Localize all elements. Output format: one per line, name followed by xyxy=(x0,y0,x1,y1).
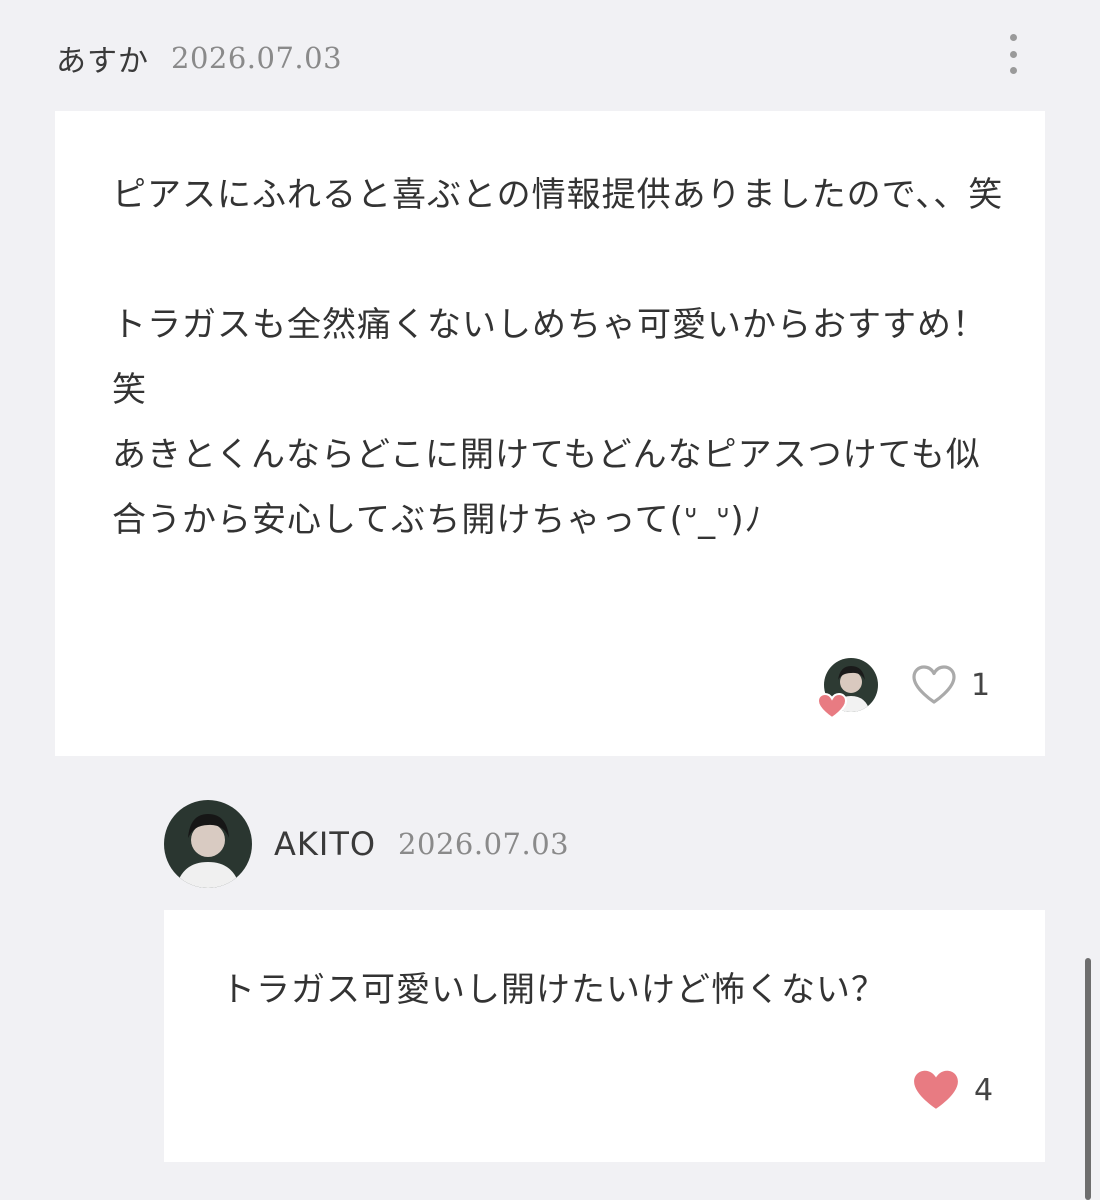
comment-card: ピアスにふれると喜ぶとの情報提供ありましたので、、笑 トラガスも全然痛くないしめ… xyxy=(55,111,1045,756)
more-vertical-icon-dot xyxy=(1009,50,1017,58)
reply-header: AKITO 2026.07.03 xyxy=(164,800,569,888)
reply-author-avatar[interactable] xyxy=(164,800,252,888)
reply-like-count: 4 xyxy=(974,1072,994,1108)
reply-like-button[interactable]: 4 xyxy=(912,1066,993,1114)
like-count: 1 xyxy=(971,667,991,703)
reply-body: トラガス可愛いし開けたいけど怖くない？ xyxy=(221,970,886,1010)
reply-date: 2026.07.03 xyxy=(398,827,570,861)
reply-card: トラガス可愛いし開けたいけど怖くない？ 4 xyxy=(164,910,1045,1162)
comment-author-name[interactable]: あすか xyxy=(56,36,149,80)
liker-heart-icon xyxy=(816,692,848,724)
avatar-photo-icon xyxy=(164,800,252,888)
more-vertical-icon-dot xyxy=(1009,67,1017,74)
comment-date: 2026.07.03 xyxy=(171,41,343,75)
heart-filled-icon xyxy=(914,1070,958,1109)
like-button[interactable]: 1 xyxy=(911,663,990,707)
scrollbar-thumb[interactable] xyxy=(1085,958,1091,1200)
more-vertical-icon-dot xyxy=(1009,34,1017,41)
heart-outline-icon xyxy=(912,665,956,704)
comment-body: ピアスにふれると喜ぶとの情報提供ありましたので、、笑 トラガスも全然痛くないしめ… xyxy=(112,175,1004,540)
comment-header: あすか 2026.07.03 xyxy=(56,34,342,82)
reply-author-name[interactable]: AKITO xyxy=(274,825,376,863)
more-options-button[interactable] xyxy=(1000,34,1026,74)
